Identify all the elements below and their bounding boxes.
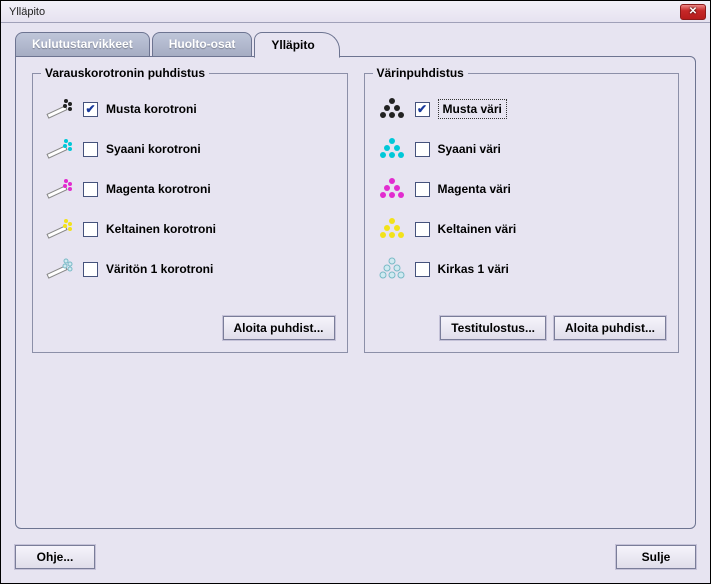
maintenance-panel: Varauskorotronin puhdistus Musta korotro… [15, 56, 696, 529]
corotron-label-magenta: Magenta korotroni [106, 182, 211, 196]
corotron-icon-yellow [45, 216, 75, 242]
corotron-clean-group: Varauskorotronin puhdistus Musta korotro… [32, 73, 348, 353]
toner-label-clear1: Kirkas 1 väri [438, 262, 509, 276]
corotron-icon-clear1 [45, 256, 75, 282]
toner-testprint-button[interactable]: Testitulostus... [440, 316, 546, 340]
close-icon[interactable]: ✕ [680, 4, 706, 20]
toner-label-yellow: Keltainen väri [438, 222, 517, 236]
toner-item-cyan: Syaani väri [377, 136, 667, 162]
toner-start-button[interactable]: Aloita puhdist... [554, 316, 666, 340]
corotron-label-yellow: Keltainen korotroni [106, 222, 216, 236]
corotron-start-button[interactable]: Aloita puhdist... [223, 316, 335, 340]
toner-checkbox-yellow[interactable] [415, 222, 430, 237]
toner-checkbox-magenta[interactable] [415, 182, 430, 197]
corotron-item-clear1: Väritön 1 korotroni [45, 256, 335, 282]
toner-label-black: Musta väri [438, 99, 507, 119]
toner-icon-magenta [377, 176, 407, 202]
corotron-item-yellow: Keltainen korotroni [45, 216, 335, 242]
help-button[interactable]: Ohje... [15, 545, 95, 569]
window-title: Ylläpito [5, 6, 45, 18]
tab-strip: Kulutustarvikkeet Huolto-osat Ylläpito [15, 31, 696, 57]
corotron-checkbox-black[interactable] [83, 102, 98, 117]
client-area: Kulutustarvikkeet Huolto-osat Ylläpito V… [1, 23, 710, 583]
toner-icon-black [377, 96, 407, 122]
close-button[interactable]: Sulje [616, 545, 696, 569]
corotron-label-black: Musta korotroni [106, 102, 197, 116]
corotron-checkbox-clear1[interactable] [83, 262, 98, 277]
toner-label-cyan: Syaani väri [438, 142, 501, 156]
toner-checkbox-cyan[interactable] [415, 142, 430, 157]
corotron-checkbox-cyan[interactable] [83, 142, 98, 157]
toner-label-magenta: Magenta väri [438, 182, 511, 196]
corotron-icon-black [45, 96, 75, 122]
toner-clean-group: Värinpuhdistus Musta väri [364, 73, 680, 353]
corotron-label-cyan: Syaani korotroni [106, 142, 201, 156]
toner-item-magenta: Magenta väri [377, 176, 667, 202]
bottom-bar: Ohje... Sulje [15, 545, 696, 569]
tab-consumables[interactable]: Kulutustarvikkeet [15, 32, 150, 58]
corotron-label-clear1: Väritön 1 korotroni [106, 262, 213, 276]
corotron-item-cyan: Syaani korotroni [45, 136, 335, 162]
tab-service-parts[interactable]: Huolto-osat [152, 32, 253, 58]
toner-icon-clear1 [377, 256, 407, 282]
tab-container: Kulutustarvikkeet Huolto-osat Ylläpito V… [15, 31, 696, 529]
toner-item-black: Musta väri [377, 96, 667, 122]
toner-icon-cyan [377, 136, 407, 162]
corotron-item-magenta: Magenta korotroni [45, 176, 335, 202]
corotron-checkbox-yellow[interactable] [83, 222, 98, 237]
toner-item-clear1: Kirkas 1 väri [377, 256, 667, 282]
corotron-item-black: Musta korotroni [45, 96, 335, 122]
corotron-icon-magenta [45, 176, 75, 202]
tab-maintenance[interactable]: Ylläpito [254, 32, 339, 58]
corotron-checkbox-magenta[interactable] [83, 182, 98, 197]
title-bar: Ylläpito ✕ [1, 1, 710, 23]
corotron-icon-cyan [45, 136, 75, 162]
toner-checkbox-black[interactable] [415, 102, 430, 117]
toner-icon-yellow [377, 216, 407, 242]
toner-group-title: Värinpuhdistus [373, 66, 468, 80]
corotron-group-title: Varauskorotronin puhdistus [41, 66, 209, 80]
toner-item-yellow: Keltainen väri [377, 216, 667, 242]
toner-checkbox-clear1[interactable] [415, 262, 430, 277]
